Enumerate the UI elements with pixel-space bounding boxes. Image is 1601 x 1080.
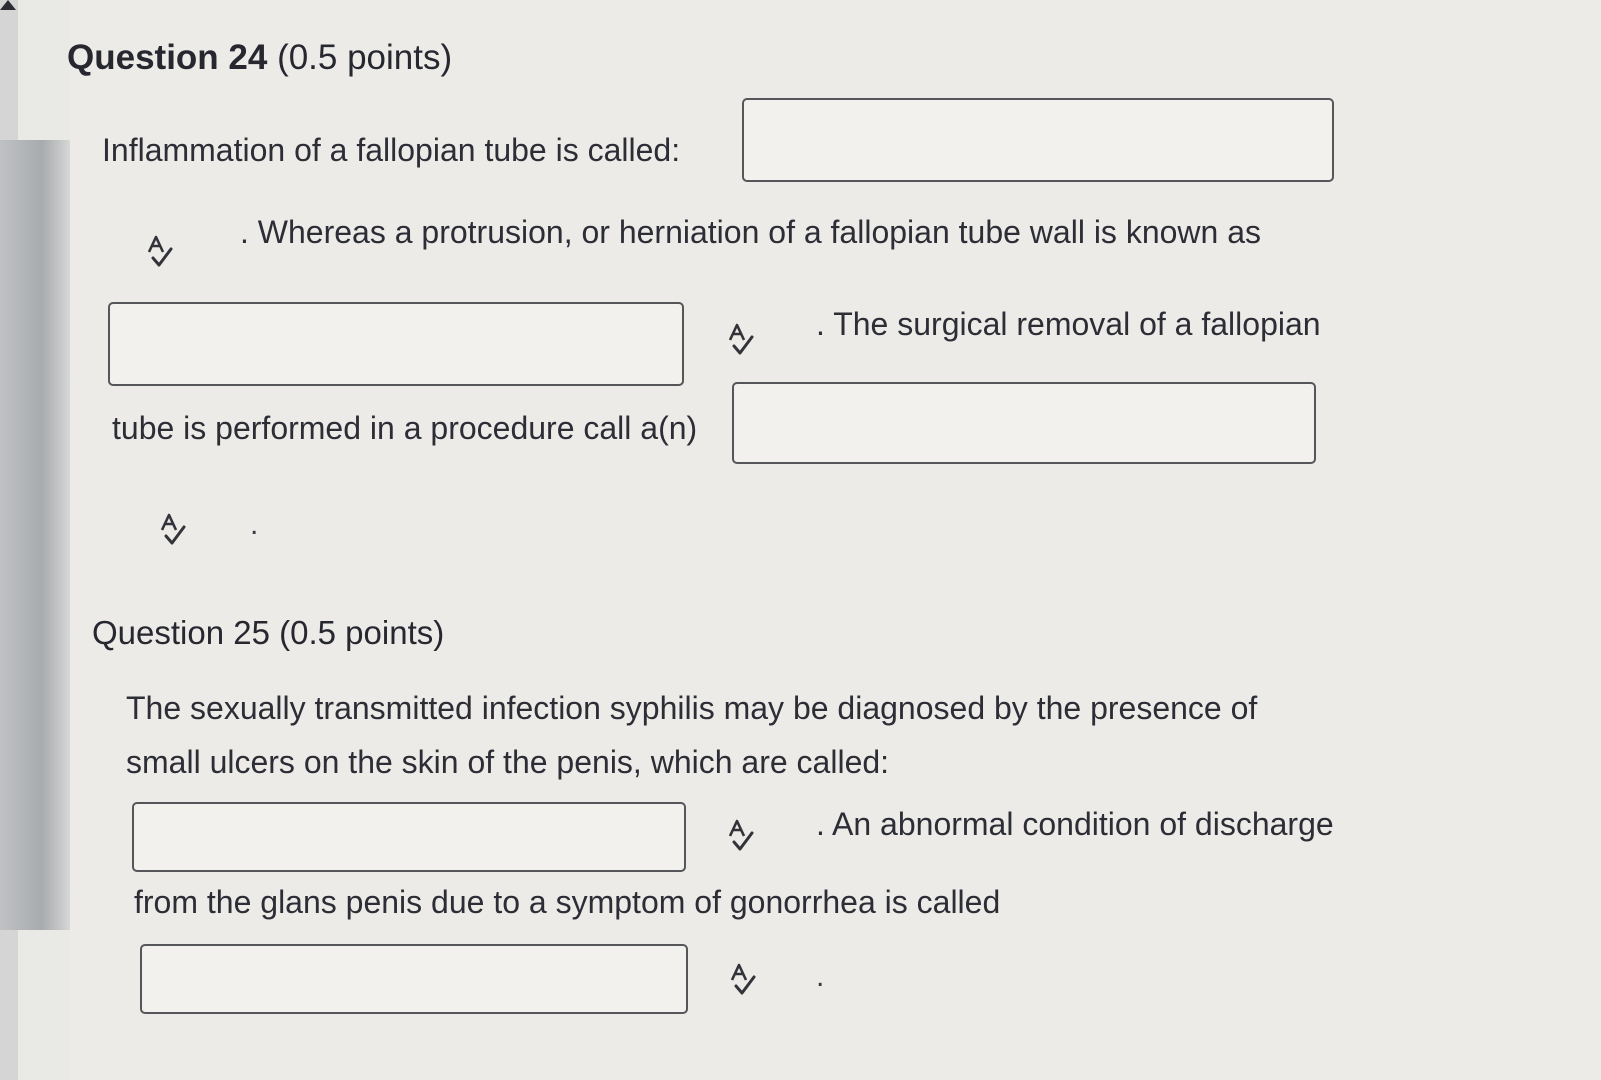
sentence-end-dot: . xyxy=(250,508,259,541)
spellcheck-icon[interactable] xyxy=(158,512,188,548)
spellcheck-icon[interactable] xyxy=(726,322,756,358)
question-points: (0.5 points) xyxy=(279,614,445,651)
left-accent-bar xyxy=(0,140,70,930)
question-number: Question 24 xyxy=(67,38,268,77)
q25-answer-input-1[interactable] xyxy=(132,802,686,872)
question-24-text-line-4: tube is performed in a procedure call a(… xyxy=(112,410,698,446)
question-24-text-line-2: . Whereas a protrusion, or herniation of… xyxy=(240,214,1261,250)
q24-answer-input-2[interactable] xyxy=(108,302,684,386)
q24-answer-input-3[interactable] xyxy=(732,382,1316,464)
spellcheck-icon[interactable] xyxy=(728,962,758,998)
question-25-title: Question 25 (0.5 points) xyxy=(92,614,444,652)
question-25-text-line-2: small ulcers on the skin of the penis, w… xyxy=(126,744,890,780)
question-24-text-line-3: . The surgical removal of a fallopian xyxy=(816,306,1321,342)
question-25-text-line-3: . An abnormal condition of discharge xyxy=(816,806,1334,842)
spellcheck-icon[interactable] xyxy=(145,234,175,270)
question-25-text-line-1: The sexually transmitted infection syphi… xyxy=(126,690,1258,726)
question-24-title: Question 24 (0.5 points) xyxy=(67,38,452,78)
scroll-up-icon[interactable] xyxy=(0,0,16,10)
question-points: (0.5 points) xyxy=(277,38,453,77)
question-25-text-line-4: from the glans penis due to a symptom of… xyxy=(134,884,1001,920)
q24-answer-input-1[interactable] xyxy=(742,98,1334,182)
sentence-end-dot: . xyxy=(816,960,825,993)
question-24-text-line-1: Inflammation of a fallopian tube is call… xyxy=(102,132,681,168)
spellcheck-icon[interactable] xyxy=(726,818,756,854)
question-number: Question 25 xyxy=(92,614,270,651)
q25-answer-input-2[interactable] xyxy=(140,944,688,1014)
